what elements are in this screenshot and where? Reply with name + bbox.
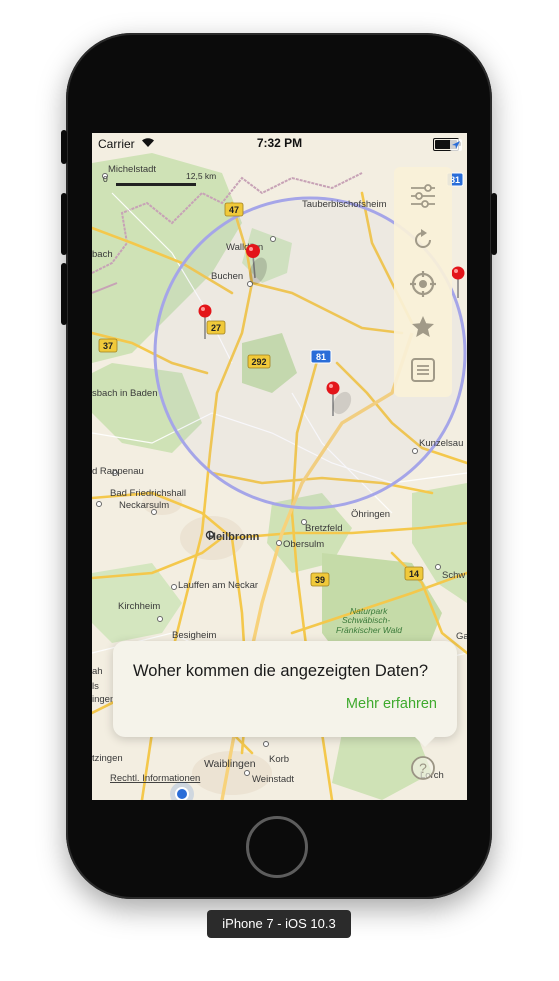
data-source-info-card: Woher kommen die angezeigten Daten? Mehr… bbox=[113, 641, 457, 747]
place-label: Schw bbox=[442, 570, 465, 581]
place-label: ingen bbox=[92, 694, 115, 705]
place-label: Waiblingen bbox=[204, 758, 256, 770]
learn-more-link[interactable]: Mehr erfahren bbox=[346, 696, 437, 712]
place-label: Weinstadt bbox=[252, 774, 294, 785]
place-label: d Rappenau bbox=[92, 466, 144, 477]
place-label: sbach in Baden bbox=[92, 388, 158, 399]
place-label: Korb bbox=[269, 754, 289, 765]
scale-bar bbox=[116, 183, 196, 186]
place-label: bach bbox=[92, 249, 113, 260]
info-card-pointer bbox=[413, 735, 437, 747]
legal-info-link[interactable]: Rechtl. Informationen bbox=[110, 773, 200, 784]
refresh-icon bbox=[415, 229, 431, 248]
place-label: Bad Friedrichshall bbox=[110, 488, 186, 499]
power-button bbox=[491, 193, 497, 255]
status-bar: Carrier 7:32 PM bbox=[92, 133, 467, 153]
place-label: Tauberbischofsheim bbox=[302, 199, 387, 210]
place-label: Obersulm bbox=[283, 539, 324, 550]
place-label: Lauffen am Neckar bbox=[178, 580, 258, 591]
road-shield-39: 39 bbox=[315, 575, 325, 585]
place-label: Kunzelsau bbox=[419, 438, 463, 449]
home-button[interactable] bbox=[246, 816, 308, 878]
place-label: tzingen bbox=[92, 753, 123, 764]
help-icon[interactable]: ? bbox=[410, 755, 436, 781]
favorites-button[interactable] bbox=[408, 312, 438, 342]
place-label: Neckarsulm bbox=[119, 500, 169, 511]
refresh-button[interactable] bbox=[408, 225, 438, 255]
place-label: Fränkischer Wald bbox=[336, 625, 402, 635]
scale-start-label: 0 bbox=[103, 174, 108, 184]
place-label: Gai bbox=[456, 631, 467, 642]
star-icon bbox=[412, 316, 434, 337]
mute-switch bbox=[61, 130, 67, 164]
map-scale: 0 12,5 km bbox=[101, 161, 216, 187]
place-label: Buchen bbox=[211, 271, 243, 282]
place-label: Bretzfeld bbox=[305, 523, 343, 534]
list-button[interactable] bbox=[408, 355, 438, 385]
data-source-question: Woher kommen die angezeigten Daten? bbox=[133, 662, 429, 680]
road-shield-27: 27 bbox=[211, 323, 221, 333]
place-label-heilbronn: Heilbronn bbox=[208, 531, 260, 543]
place-label: Kirchheim bbox=[118, 601, 160, 612]
help-glyph: ? bbox=[419, 760, 427, 776]
volume-up-button bbox=[61, 193, 67, 255]
phone-screen: 47 81 27 292 37 39 14 81 Michelstadt Tau… bbox=[92, 133, 467, 800]
place-label: Öhringen bbox=[351, 509, 390, 520]
place-label: Schwäbisch- bbox=[342, 615, 390, 625]
map-toolbar bbox=[394, 167, 452, 397]
crosshair-icon bbox=[410, 271, 436, 297]
place-label: ls bbox=[92, 681, 99, 692]
road-shield-81: 81 bbox=[316, 352, 326, 362]
filter-settings-button[interactable] bbox=[408, 181, 438, 211]
road-shield-14: 14 bbox=[409, 569, 419, 579]
road-shield-292: 292 bbox=[251, 357, 266, 367]
list-icon bbox=[411, 358, 435, 382]
device-label: iPhone 7 - iOS 10.3 bbox=[207, 910, 351, 938]
road-shield-47: 47 bbox=[229, 205, 239, 215]
sliders-icon bbox=[411, 184, 435, 208]
scale-end-label: 12,5 km bbox=[186, 171, 217, 181]
locate-button[interactable] bbox=[408, 269, 438, 299]
road-shield-37: 37 bbox=[103, 341, 113, 351]
location-arrow-icon[interactable] bbox=[450, 139, 462, 151]
volume-down-button bbox=[61, 263, 67, 325]
status-time: 7:32 PM bbox=[256, 136, 303, 150]
place-label: Besigheim bbox=[172, 630, 216, 641]
place-label: ah bbox=[92, 666, 103, 677]
